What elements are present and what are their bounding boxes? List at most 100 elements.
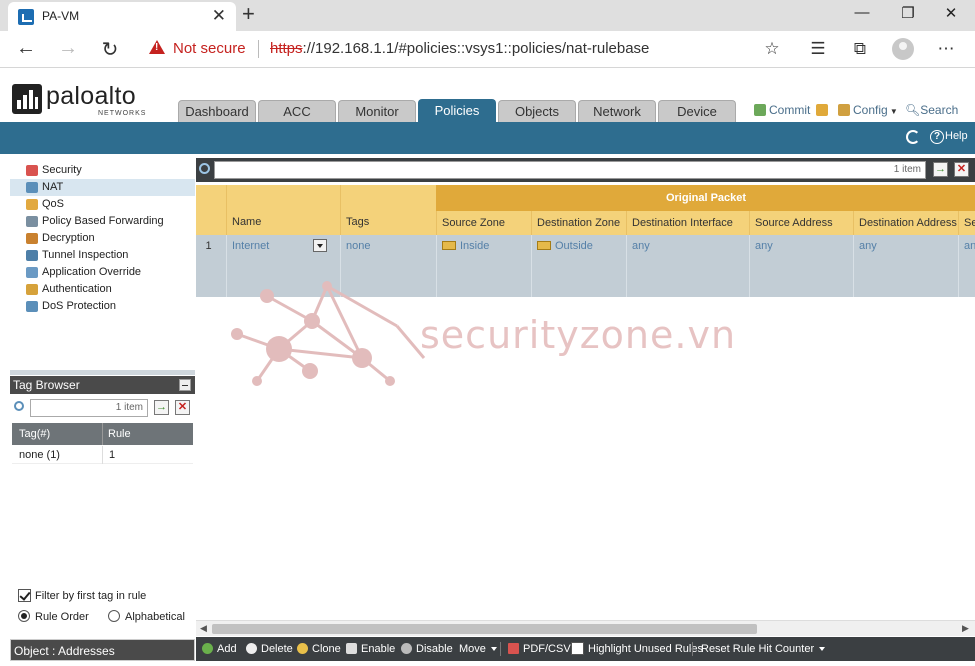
tab-network[interactable]: Network [578,100,656,122]
sort-rule-order[interactable]: Rule Order [18,610,89,623]
reload-icon[interactable]: ↻ [96,37,124,62]
tree-label: Decryption [42,232,95,244]
col-tag[interactable]: Tag(#) [19,423,50,445]
tab-dashboard[interactable]: Dashboard [178,100,256,122]
collections-icon[interactable]: ⧉ [848,39,872,59]
highlight-unused-toggle[interactable]: Highlight Unused Rules [571,637,703,661]
qos-icon [26,199,38,210]
lock-button[interactable] [816,103,831,117]
move-button[interactable]: Move [459,637,497,661]
more-menu-icon[interactable]: ⋯ [934,39,958,59]
favorites-icon[interactable]: ☰ [806,39,830,59]
tab-monitor[interactable]: Monitor [338,100,416,122]
filter-label: Filter by first tag in rule [35,590,147,602]
delete-button[interactable]: Delete [246,637,293,661]
tree-item-pbf[interactable]: Policy Based Forwarding [10,213,195,230]
tree-item-app-override[interactable]: Application Override [10,264,195,281]
profile-avatar[interactable] [892,38,914,60]
apply-filter-icon[interactable]: → [154,400,169,415]
col-name[interactable]: Name [226,185,340,235]
address-bar: ← → ↻ Not secure https://192.168.1.1/#po… [0,31,975,68]
alphabetical-radio[interactable] [108,610,120,622]
table-row[interactable]: none (1) 1 [12,446,193,464]
tree-item-dos[interactable]: DoS Protection [10,298,195,315]
tab-acc[interactable]: ACC [258,100,336,122]
toolbar-divider [500,642,501,656]
back-icon[interactable]: ← [12,37,40,60]
scroll-thumb[interactable] [212,624,757,634]
search-button[interactable]: 🔍︎Search [905,103,958,117]
col-rule[interactable]: Rule [108,423,131,445]
disable-button[interactable]: Disable [401,637,453,661]
decryption-icon [26,233,38,244]
window-close-icon[interactable]: ✕ [931,4,971,22]
browser-tab[interactable]: PA-VM ✕ [8,2,236,31]
url-field[interactable]: https://192.168.1.1/#policies::vsys1::po… [270,40,649,57]
col-source-address[interactable]: Source Address [749,211,853,235]
rule-name[interactable]: Internet [232,240,269,252]
tag-cell: none (1) [19,449,60,461]
tree-item-nat[interactable]: NAT [10,179,195,196]
pdf-csv-button[interactable]: PDF/CSV [508,637,571,661]
tag-search-input[interactable]: 1 item [30,399,148,417]
tree-item-decryption[interactable]: Decryption [10,230,195,247]
tree-label: Policy Based Forwarding [42,215,164,227]
col-service[interactable]: Se [958,211,975,235]
tab-policies[interactable]: Policies [418,99,496,122]
highlight-checkbox[interactable] [571,642,584,655]
scroll-right-icon[interactable]: ▶ [962,623,969,634]
col-tags[interactable]: Tags [340,185,436,235]
disable-label: Disable [416,643,453,655]
paloalto-favicon-icon [18,9,34,25]
refresh-icon[interactable] [906,130,920,144]
col-destination-zone[interactable]: Destination Zone [531,211,626,235]
forward-icon[interactable]: → [54,37,82,60]
tree-item-tunnel[interactable]: Tunnel Inspection [10,247,195,264]
panel-splitter[interactable] [10,370,195,375]
clear-filter-icon[interactable]: ✕ [175,400,190,415]
tree-item-security[interactable]: Security [10,162,195,179]
help-button[interactable]: ? Help [930,130,968,144]
sort-alphabetical[interactable]: Alphabetical [108,610,185,623]
highlight-label: Highlight Unused Rules [588,643,703,655]
filter-first-tag[interactable]: Filter by first tag in rule [18,589,146,602]
col-destination-interface[interactable]: Destination Interface [626,211,749,235]
add-button[interactable]: Add [202,637,237,661]
sub-header-bar [0,122,975,154]
clear-filter-icon[interactable]: ✕ [954,162,969,177]
source-zone-value: Inside [460,240,490,252]
restore-icon[interactable]: ❐ [888,4,928,22]
move-label: Move [459,643,486,655]
rule-dropdown-icon[interactable] [313,239,327,252]
object-footer[interactable]: Object : Addresses [10,639,195,661]
rule-destination-zone[interactable]: Outside [531,235,626,297]
collapse-icon[interactable] [179,379,191,391]
horizontal-scrollbar[interactable]: ◀ ▶ [196,620,975,636]
config-button[interactable]: Config ▼ [838,103,898,117]
enable-button[interactable]: Enable [346,637,395,661]
policy-filter-input[interactable]: 1 item [214,161,926,179]
search-icon [199,163,210,174]
alphabetical-label: Alphabetical [125,611,185,623]
tab-objects[interactable]: Objects [498,100,576,122]
scroll-left-icon[interactable]: ◀ [200,623,207,634]
favorite-star-icon[interactable]: ☆ [760,39,784,59]
filter-checkbox[interactable] [18,589,31,602]
col-destination-address[interactable]: Destination Address [853,211,958,235]
not-secure-label[interactable]: Not secure [173,40,246,57]
new-tab-icon[interactable]: + [242,3,255,25]
minimize-icon[interactable]: — [842,4,882,21]
tree-item-qos[interactable]: QoS [10,196,195,213]
commit-button[interactable]: Commit [754,103,810,117]
rule-source-zone[interactable]: Inside [436,235,531,297]
apply-filter-icon[interactable]: → [933,162,948,177]
nat-icon [26,182,38,193]
tree-item-authentication[interactable]: Authentication [10,281,195,298]
col-source-zone[interactable]: Source Zone [436,211,531,235]
tab-device[interactable]: Device [658,100,736,122]
policy-tree: Security NAT QoS Policy Based Forwarding… [10,162,195,315]
rule-order-radio[interactable] [18,610,30,622]
clone-button[interactable]: Clone [297,637,341,661]
close-tab-icon[interactable]: ✕ [212,6,226,26]
reset-hit-counter-button[interactable]: Reset Rule Hit Counter [701,637,826,661]
